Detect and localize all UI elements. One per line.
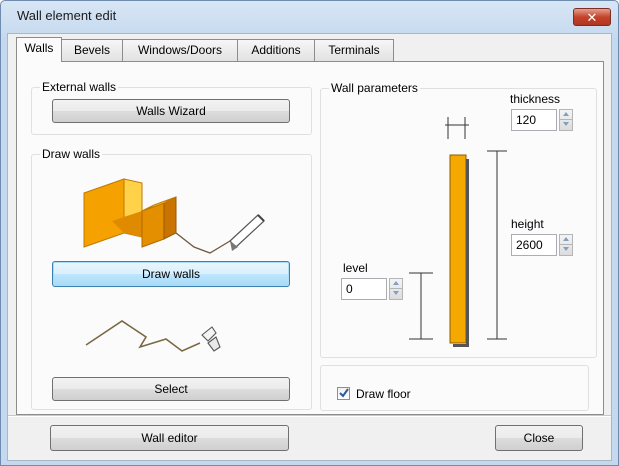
tab-bevels-label: Bevels	[73, 43, 111, 57]
close-window-button[interactable]: ✕	[573, 8, 611, 26]
tab-additions[interactable]: Additions	[237, 39, 315, 61]
walls-wizard-button-label: Walls Wizard	[136, 104, 206, 118]
tab-windows-doors[interactable]: Windows/Doors	[122, 39, 238, 61]
wall-editor-button[interactable]: Wall editor	[50, 425, 289, 451]
close-button-label: Close	[523, 431, 555, 445]
tab-additions-label: Additions	[251, 43, 301, 57]
draw-walls-group-label: Draw walls	[40, 147, 103, 161]
walls-wizard-button[interactable]: Walls Wizard	[52, 99, 290, 123]
window-title: Wall element edit	[17, 8, 117, 23]
tab-terminals-label: Terminals	[328, 43, 380, 57]
draw-walls-group: Draw walls Draw walls Select	[31, 147, 312, 410]
draw-floor-group: Draw floor	[320, 365, 589, 411]
wall-editor-button-label: Wall editor	[141, 431, 198, 445]
tab-bevels[interactable]: Bevels	[61, 39, 123, 61]
tab-terminals[interactable]: Terminals	[314, 39, 394, 61]
tab-page-walls: External walls Walls Wizard Draw walls D…	[16, 61, 604, 415]
tab-walls[interactable]: Walls	[16, 37, 62, 62]
draw-walls-button[interactable]: Draw walls	[52, 261, 290, 287]
close-button[interactable]: Close	[495, 425, 583, 451]
dialog-window: Wall element edit ✕ Walls Bevels Windows…	[0, 0, 619, 466]
close-icon: ✕	[586, 10, 598, 25]
select-walls-illustration-icon	[85, 320, 221, 352]
wall-section-diagram-icon	[409, 117, 507, 347]
draw-floor-checkbox[interactable]	[337, 387, 350, 400]
draw-walls-button-label: Draw walls	[141, 267, 200, 281]
select-button[interactable]: Select	[52, 377, 290, 401]
footer-separator	[8, 415, 611, 417]
wall-parameters-group: Wall parameters thickness 120 height 260…	[320, 81, 597, 358]
external-walls-group: External walls Walls Wizard	[31, 80, 312, 135]
title-bar[interactable]: Wall element edit ✕	[1, 1, 618, 31]
tab-walls-label: Walls	[24, 41, 54, 55]
checkmark-icon	[339, 388, 349, 398]
draw-floor-label: Draw floor	[356, 387, 411, 401]
draw-walls-illustration-icon	[83, 178, 265, 254]
dialog-client-area: Walls Bevels Windows/Doors Additions Ter…	[7, 33, 612, 461]
tab-windows-doors-label: Windows/Doors	[137, 43, 223, 57]
select-button-label: Select	[154, 382, 188, 396]
external-walls-group-label: External walls	[40, 80, 119, 94]
